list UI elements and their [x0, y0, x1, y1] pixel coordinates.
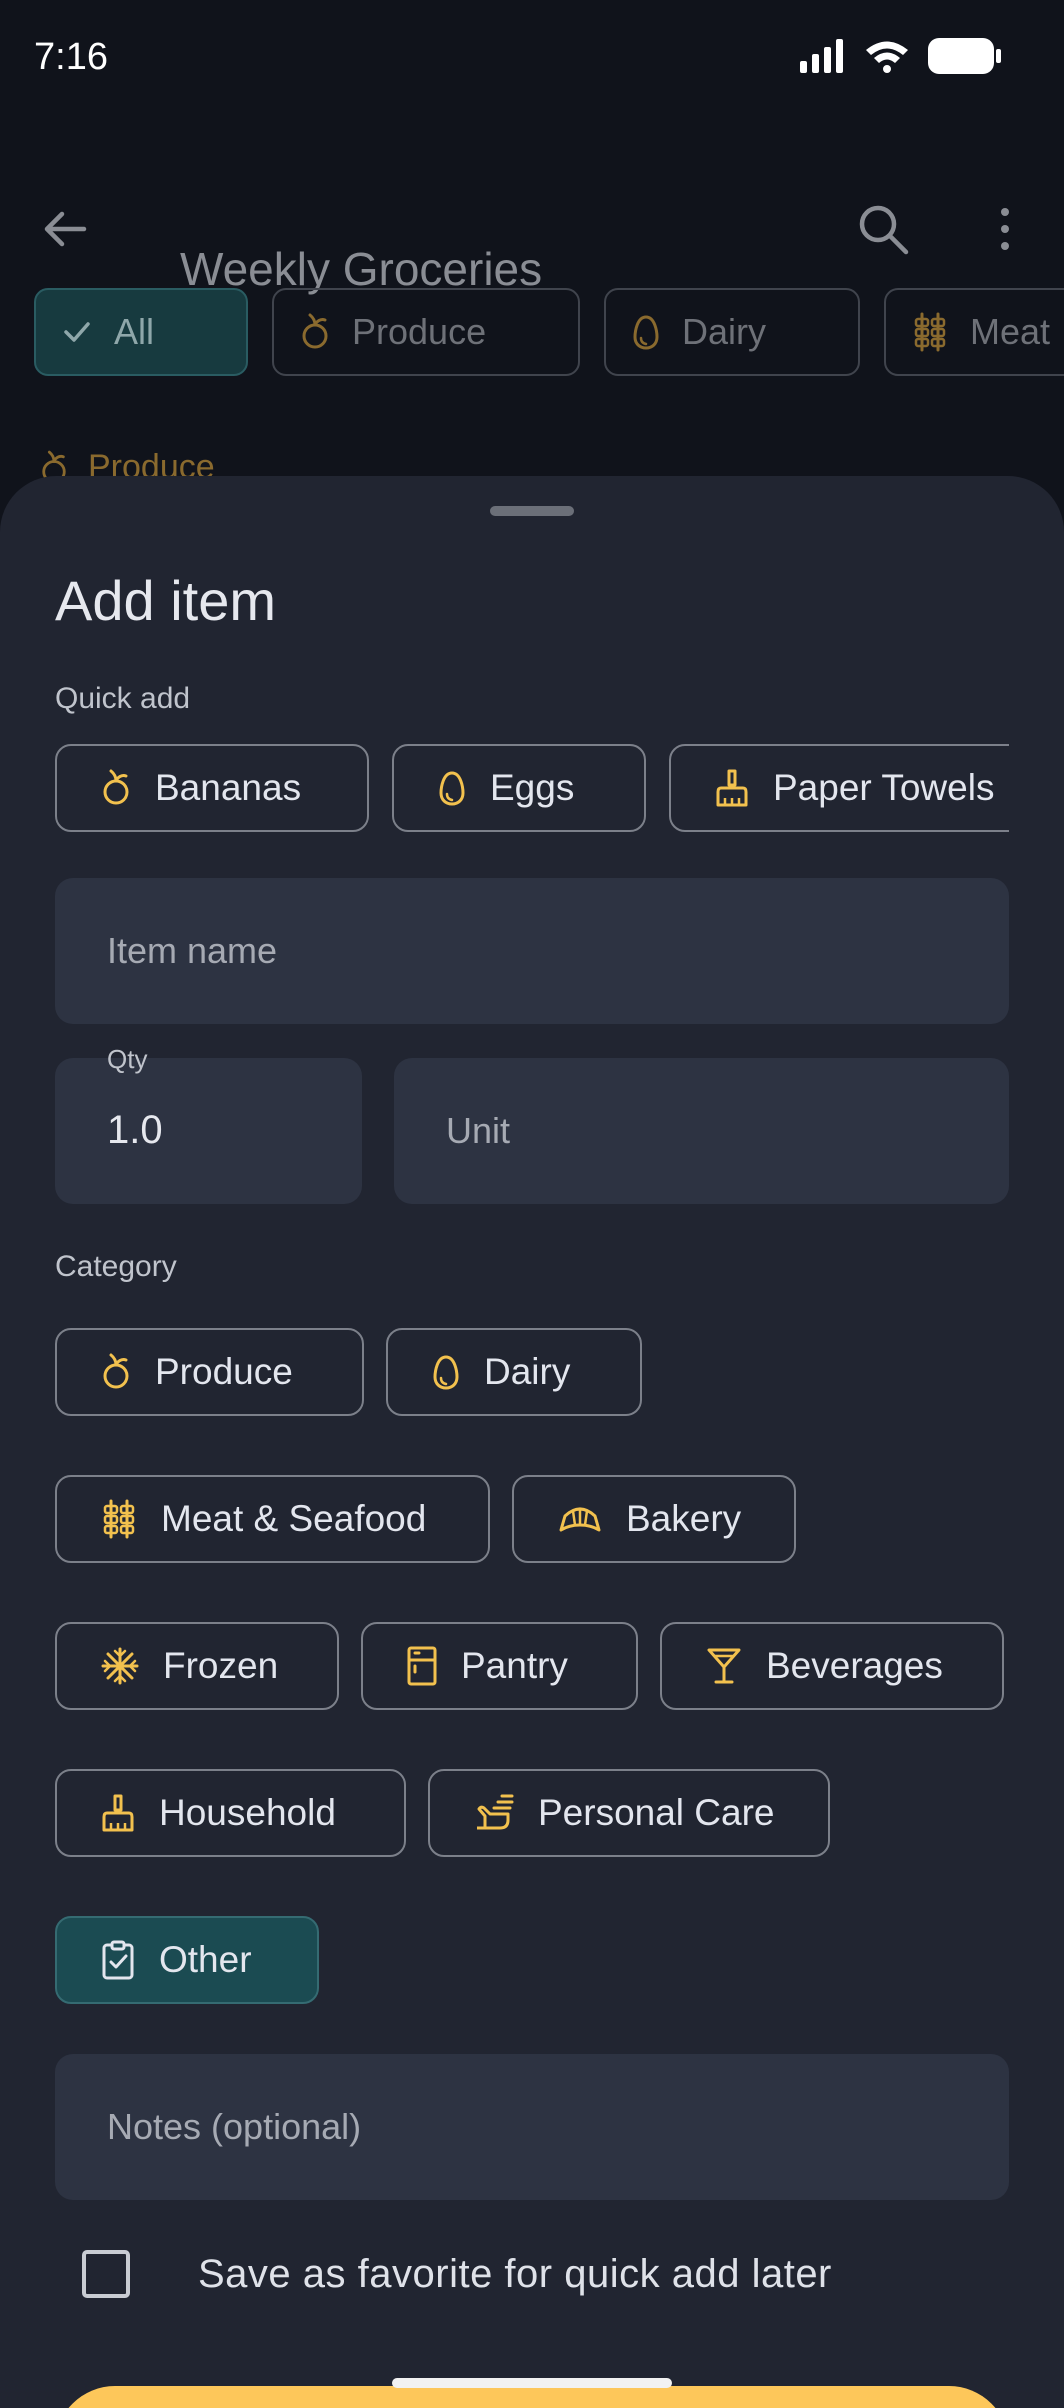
quick-add-label: Quick add	[55, 682, 191, 715]
more-vert-icon	[1001, 208, 1009, 250]
chip-label: Personal Care	[538, 1792, 775, 1833]
favorite-row[interactable]: Save as favorite for quick add later	[82, 2250, 832, 2298]
category-chip-personal-care[interactable]: Personal Care	[428, 1769, 830, 1857]
chip-label: Household	[159, 1792, 336, 1833]
filter-chip-all[interactable]: All	[34, 288, 248, 376]
egg-icon	[439, 771, 465, 806]
status-bar: 7:16	[0, 0, 1064, 120]
category-chip-beverages[interactable]: Beverages	[660, 1622, 1004, 1710]
quick-add-row: Bananas Eggs Paper Towels	[55, 744, 1009, 836]
sheet-title: Add item	[55, 569, 276, 632]
cabinet-icon	[407, 1646, 437, 1686]
quick-add-chip-bananas[interactable]: Bananas	[55, 744, 369, 832]
snowflake-icon	[101, 1647, 139, 1685]
category-chip-pantry[interactable]: Pantry	[361, 1622, 638, 1710]
quick-add-chip-paper-towels[interactable]: Paper Towels	[669, 744, 1009, 832]
item-name-placeholder: Item name	[107, 930, 278, 971]
category-chip-bakery[interactable]: Bakery	[512, 1475, 796, 1563]
unit-field[interactable]: Unit	[394, 1058, 1009, 1204]
signal-icon	[800, 39, 843, 73]
back-button[interactable]	[40, 204, 90, 254]
chip-label: Other	[159, 1939, 252, 1980]
skewer-icon	[103, 1499, 135, 1539]
filter-chip-label: Dairy	[682, 311, 767, 352]
chip-label: Dairy	[484, 1351, 571, 1392]
add-item-button[interactable]	[55, 2386, 1009, 2408]
qty-field[interactable]: Qty 1.0	[55, 1044, 362, 1204]
drag-handle[interactable]	[490, 506, 574, 516]
search-icon	[859, 205, 909, 255]
unit-placeholder: Unit	[446, 1110, 511, 1151]
favorite-checkbox[interactable]	[82, 2250, 130, 2298]
battery-icon	[928, 38, 1001, 74]
arrow-back-icon	[44, 211, 87, 247]
chip-label: Meat & Seafood	[161, 1498, 427, 1539]
broom-icon	[716, 769, 748, 807]
croissant-icon	[559, 1507, 601, 1532]
category-chip-household[interactable]: Household	[55, 1769, 406, 1857]
add-item-bottom-sheet: Add item Quick add Bananas Eggs Paper To…	[0, 476, 1064, 2408]
top-app-bar: Weekly Groceries	[0, 180, 1064, 295]
hand-wash-icon	[477, 1794, 514, 1830]
cocktail-icon	[707, 1648, 741, 1684]
chip-label: Pantry	[461, 1645, 568, 1686]
filter-chip-label: All	[114, 311, 155, 352]
filter-chip-dairy[interactable]: Dairy	[604, 288, 860, 376]
quick-add-chip-eggs[interactable]: Eggs	[392, 744, 646, 832]
status-time: 7:16	[34, 36, 108, 78]
category-filter-row: All Produce Dairy Meat	[34, 288, 1064, 376]
filter-chip-produce[interactable]: Produce	[272, 288, 580, 376]
search-button[interactable]	[856, 202, 910, 256]
category-chip-dairy[interactable]: Dairy	[386, 1328, 642, 1416]
status-icons	[800, 38, 1002, 74]
filter-chip-label: Meat	[970, 311, 1051, 352]
chip-label: Produce	[155, 1351, 293, 1392]
more-options-button[interactable]	[990, 204, 1020, 254]
egg-icon	[433, 1355, 459, 1390]
broom-icon	[102, 1794, 134, 1832]
category-label: Category	[55, 1250, 177, 1283]
filter-chip-label: Produce	[352, 311, 487, 352]
chip-label: Beverages	[766, 1645, 943, 1686]
chip-label: Frozen	[163, 1645, 279, 1686]
fruit-icon	[103, 1353, 129, 1389]
favorite-label: Save as favorite for quick add later	[198, 2251, 832, 2296]
chip-label: Bananas	[155, 767, 302, 808]
filter-chip-meat[interactable]: Meat	[884, 288, 1064, 376]
category-chip-meat-seafood[interactable]: Meat & Seafood	[55, 1475, 490, 1563]
notes-placeholder: Notes (optional)	[107, 2106, 362, 2147]
clipboard-check-icon	[102, 1940, 134, 1980]
category-chip-frozen[interactable]: Frozen	[55, 1622, 339, 1710]
qty-label: Qty	[107, 1044, 148, 1074]
category-chip-produce[interactable]: Produce	[55, 1328, 364, 1416]
fruit-icon	[302, 313, 328, 349]
notes-field[interactable]: Notes (optional)	[55, 2054, 1009, 2200]
qty-value: 1.0	[107, 1108, 163, 1152]
check-icon	[64, 322, 90, 342]
wifi-icon	[866, 41, 908, 73]
chip-label: Eggs	[490, 767, 575, 808]
item-name-field[interactable]: Item name	[55, 878, 1009, 1024]
chip-label: Paper Towels	[773, 767, 995, 808]
egg-icon	[633, 315, 659, 350]
chip-label: Bakery	[626, 1498, 742, 1539]
skewer-icon	[914, 312, 946, 352]
category-chip-other[interactable]: Other	[55, 1916, 319, 2004]
home-indicator	[392, 2378, 672, 2388]
fruit-icon	[103, 769, 129, 805]
